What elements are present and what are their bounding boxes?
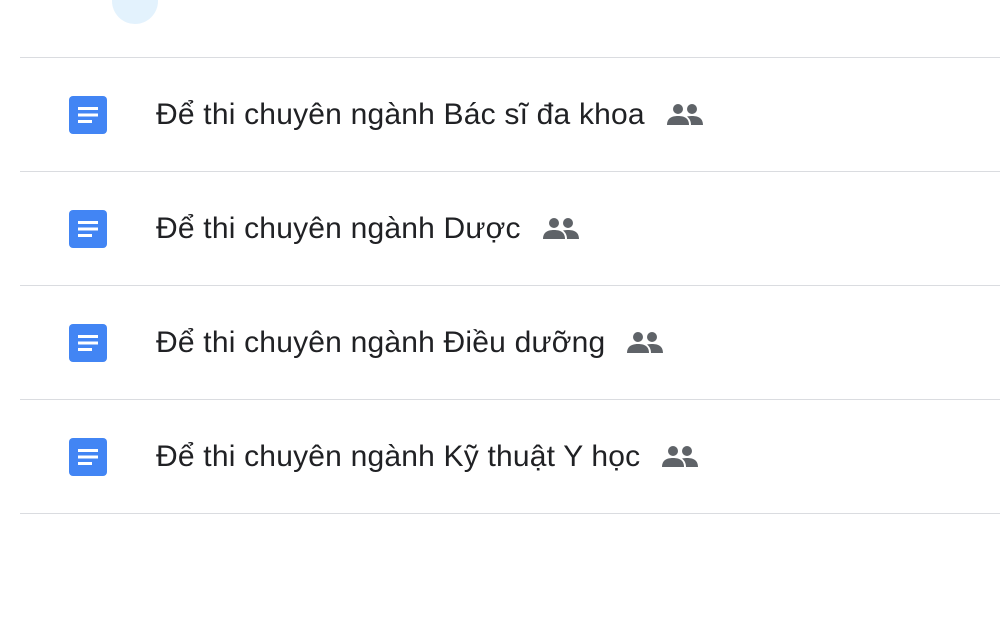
shared-people-icon [660,445,700,469]
file-row[interactable]: Để thi chuyên ngành Điều dưỡng [20,286,1000,400]
drive-file-list-page: Để thi chuyên ngành Bác sĩ đa khoa Để th… [0,0,1000,625]
file-name: Để thi chuyên ngành Kỹ thuật Y học [156,439,641,473]
google-docs-icon [69,95,107,134]
shared-people-icon [665,103,705,127]
file-row[interactable]: Để thi chuyên ngành Kỹ thuật Y học [20,400,1000,514]
google-docs-icon [69,209,107,248]
file-row[interactable]: Để thi chuyên ngành Bác sĩ đa khoa [20,58,1000,172]
file-name: Để thi chuyên ngành Điều dưỡng [156,325,606,359]
avatar[interactable] [112,0,158,24]
shared-people-icon [541,217,581,241]
file-list: Để thi chuyên ngành Bác sĩ đa khoa Để th… [20,57,1000,514]
file-row[interactable]: Để thi chuyên ngành Dược [20,172,1000,286]
google-docs-icon [69,323,107,362]
shared-people-icon [625,331,665,355]
file-name: Để thi chuyên ngành Bác sĩ đa khoa [156,97,645,131]
file-name: Để thi chuyên ngành Dược [156,211,521,245]
google-docs-icon [69,437,107,476]
